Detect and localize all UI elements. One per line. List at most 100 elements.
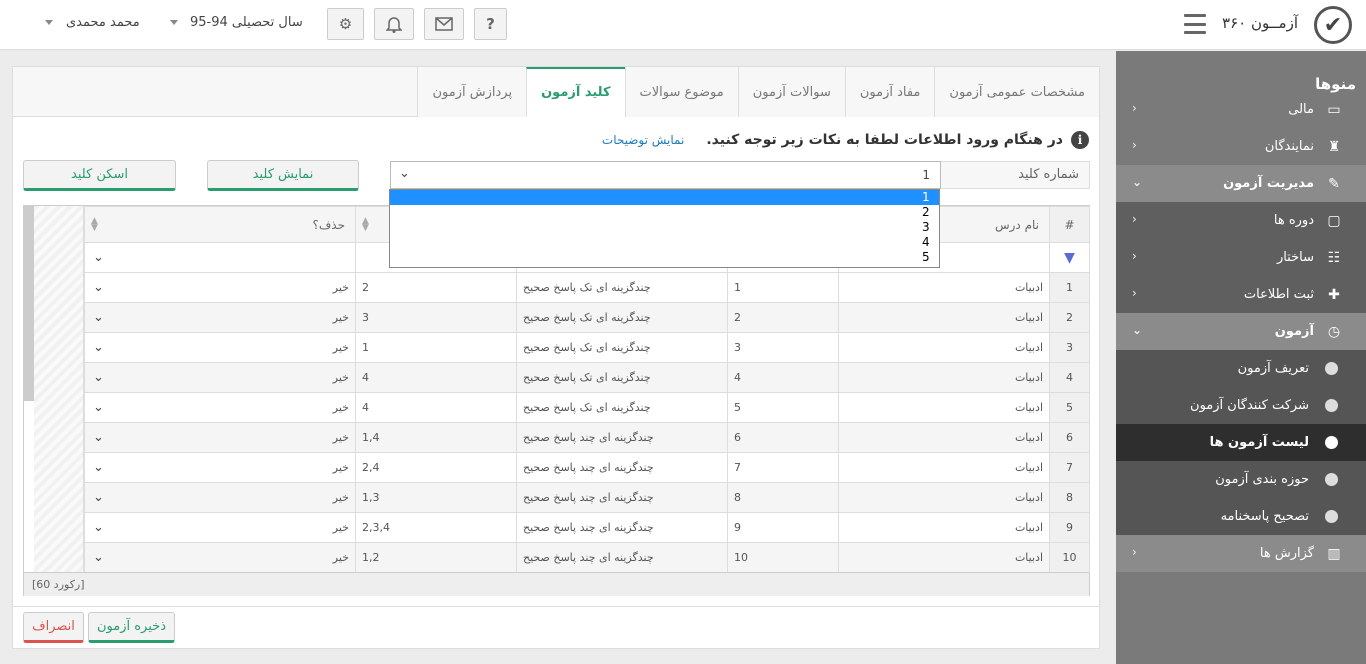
cell-question-number[interactable]: 1 <box>727 272 839 303</box>
cell-question-type[interactable]: چندگزینه ای تک پاسخ صحیح <box>516 332 728 363</box>
cell-answer[interactable]: 2,3,4 <box>355 512 517 543</box>
chevron-down-icon[interactable]: ⌄ <box>93 430 104 445</box>
cell-delete[interactable]: خیر ⌄ <box>84 512 356 543</box>
cell-question-type[interactable]: چندگزینه ای چند پاسخ صحیح <box>516 542 728 573</box>
sidebar-item-exam[interactable]: ◷ آزمون ⌄ <box>1116 313 1366 350</box>
cell-delete[interactable]: خیر ⌄ <box>84 392 356 423</box>
show-key-button[interactable]: نمایش کلید <box>207 160 359 191</box>
sidebar-item-data-entry[interactable]: ✚ ثبت اطلاعات ‹ <box>1116 276 1366 313</box>
grid-scrollbar[interactable] <box>24 206 34 401</box>
cell-question-type[interactable]: چندگزینه ای چند پاسخ صحیح <box>516 452 728 483</box>
cell-lesson[interactable]: ادبیات <box>838 362 1050 393</box>
chevron-down-icon[interactable]: ⌄ <box>93 250 104 265</box>
cell-question-type[interactable]: چندگزینه ای چند پاسخ صحیح <box>516 422 728 453</box>
sidebar-item-exam-management[interactable]: ✎ مدیریت آزمون ⌄ <box>1116 165 1366 202</box>
user-caret-icon[interactable] <box>45 20 53 25</box>
cell-lesson[interactable]: ادبیات <box>838 272 1050 303</box>
sidebar-item-participants[interactable]: شرکت کنندگان آزمون <box>1116 387 1366 424</box>
filter-delete[interactable]: ⌄ <box>84 242 356 273</box>
hamburger-menu-icon[interactable] <box>1184 14 1206 34</box>
sidebar-item-finance[interactable]: ▭ مالی ‹ <box>1116 91 1366 128</box>
chevron-down-icon[interactable]: ⌄ <box>93 460 104 475</box>
cell-answer[interactable]: 3 <box>355 302 517 333</box>
cell-question-number[interactable]: 8 <box>727 482 839 513</box>
filter-icon[interactable]: ▼ <box>1049 242 1090 273</box>
sort-icon[interactable]: ▲ ▼ <box>91 217 98 233</box>
cell-delete[interactable]: خیر ⌄ <box>84 332 356 363</box>
tab-exam-questions[interactable]: سوالات آزمون <box>737 67 845 117</box>
chevron-down-icon[interactable]: ⌄ <box>93 550 104 565</box>
key-number-select[interactable]: 1 ⌄ <box>390 161 941 189</box>
chevron-down-icon[interactable]: ⌄ <box>93 340 104 355</box>
sidebar-item-courses[interactable]: ▢ دوره ها ‹ <box>1116 202 1366 239</box>
chevron-down-icon[interactable]: ⌄ <box>93 280 104 295</box>
cell-delete[interactable]: خیر ⌄ <box>84 452 356 483</box>
option-1[interactable]: 1 <box>390 190 939 205</box>
cell-lesson[interactable]: ادبیات <box>838 512 1050 543</box>
cancel-button[interactable]: انصراف <box>23 612 84 643</box>
cell-answer[interactable]: 1,3 <box>355 482 517 513</box>
cell-question-number[interactable]: 5 <box>727 392 839 423</box>
cell-question-type[interactable]: چندگزینه ای تک پاسخ صحیح <box>516 362 728 393</box>
option-3[interactable]: 3 <box>390 220 939 235</box>
option-2[interactable]: 2 <box>390 205 939 220</box>
cell-question-number[interactable]: 6 <box>727 422 839 453</box>
cell-lesson[interactable]: ادبیات <box>838 482 1050 513</box>
sidebar-item-define-exam[interactable]: تعریف آزمون <box>1116 350 1366 387</box>
sidebar-item-exam-list[interactable]: لیست آزمون ها <box>1116 424 1366 461</box>
cell-delete[interactable]: خیر ⌄ <box>84 302 356 333</box>
cell-delete[interactable]: خیر ⌄ <box>84 542 356 573</box>
cell-answer[interactable]: 1,4 <box>355 422 517 453</box>
sidebar-item-reports[interactable]: ▥ گزارش ها ‹ <box>1116 535 1366 572</box>
cell-answer[interactable]: 4 <box>355 392 517 423</box>
cell-question-number[interactable]: 3 <box>727 332 839 363</box>
cell-question-type[interactable]: چندگزینه ای تک پاسخ صحیح <box>516 272 728 303</box>
cell-lesson[interactable]: ادبیات <box>838 542 1050 573</box>
cell-lesson[interactable]: ادبیات <box>838 422 1050 453</box>
sidebar-item-agents[interactable]: ♜ نمایندگان ‹ <box>1116 128 1366 165</box>
cell-question-type[interactable]: چندگزینه ای تک پاسخ صحیح <box>516 392 728 423</box>
tab-exam-processing[interactable]: پردازش آزمون <box>417 67 527 117</box>
tab-exam-key[interactable]: کلید آزمون <box>526 67 625 117</box>
cell-question-type[interactable]: چندگزینه ای تک پاسخ صحیح <box>516 302 728 333</box>
sidebar-item-structure[interactable]: ☷ ساختار ‹ <box>1116 239 1366 276</box>
cell-question-number[interactable]: 7 <box>727 452 839 483</box>
cell-lesson[interactable]: ادبیات <box>838 332 1050 363</box>
cell-delete[interactable]: خیر ⌄ <box>84 272 356 303</box>
cell-answer[interactable]: 2,4 <box>355 452 517 483</box>
bell-icon[interactable] <box>374 8 414 40</box>
cell-answer[interactable]: 1,2 <box>355 542 517 573</box>
sort-icon[interactable]: ▲ ▼ <box>362 217 369 233</box>
cell-answer[interactable]: 2 <box>355 272 517 303</box>
option-5[interactable]: 5 <box>390 250 939 265</box>
tab-exam-content[interactable]: مفاد آزمون <box>844 67 935 117</box>
sidebar-item-answer-sheet-correction[interactable]: تصحیح پاسخنامه <box>1116 498 1366 535</box>
cell-lesson[interactable]: ادبیات <box>838 302 1050 333</box>
chevron-down-icon[interactable]: ⌄ <box>93 400 104 415</box>
chevron-down-icon[interactable]: ⌄ <box>93 310 104 325</box>
option-4[interactable]: 4 <box>390 235 939 250</box>
cell-lesson[interactable]: ادبیات <box>838 452 1050 483</box>
tab-question-topics[interactable]: موضوع سوالات <box>624 67 738 117</box>
help-button[interactable]: ? <box>474 8 507 40</box>
academic-year-selector[interactable]: سال تحصیلی 94-95 <box>190 15 303 30</box>
chevron-down-icon[interactable]: ⌄ <box>93 520 104 535</box>
year-caret-icon[interactable] <box>170 20 178 25</box>
cell-question-type[interactable]: چندگزینه ای چند پاسخ صحیح <box>516 512 728 543</box>
chevron-down-icon[interactable]: ⌄ <box>93 490 104 505</box>
header-delete[interactable]: حذف؟ ▲ ▼ <box>84 206 356 243</box>
cell-question-number[interactable]: 10 <box>727 542 839 573</box>
cell-delete[interactable]: خیر ⌄ <box>84 422 356 453</box>
tab-general[interactable]: مشخصات عمومی آزمون <box>934 67 1099 117</box>
scan-key-button[interactable]: اسکن کلید <box>23 160 176 191</box>
mail-icon[interactable] <box>424 8 464 40</box>
cell-question-number[interactable]: 9 <box>727 512 839 543</box>
show-description-link[interactable]: نمایش توضیحات <box>602 133 684 147</box>
user-name[interactable]: محمد محمدی <box>66 15 140 30</box>
cell-question-type[interactable]: چندگزینه ای چند پاسخ صحیح <box>516 482 728 513</box>
cell-delete[interactable]: خیر ⌄ <box>84 482 356 513</box>
gear-icon[interactable]: ⚙ <box>327 8 364 40</box>
cell-answer[interactable]: 4 <box>355 362 517 393</box>
chevron-down-icon[interactable]: ⌄ <box>93 370 104 385</box>
sidebar-item-exam-zones[interactable]: حوزه بندی آزمون <box>1116 461 1366 498</box>
